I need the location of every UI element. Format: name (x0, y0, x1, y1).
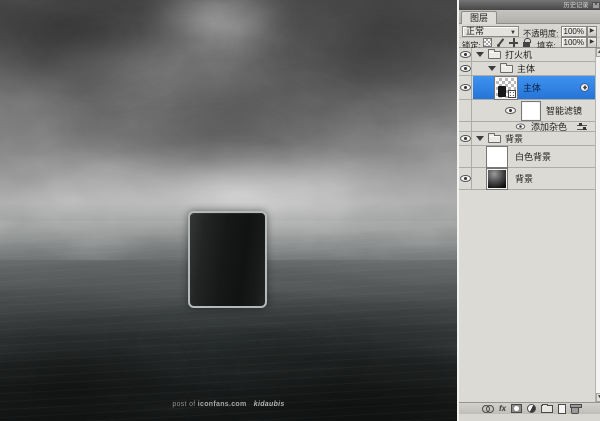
expand-triangle-icon[interactable] (476, 136, 484, 141)
blend-mode-select[interactable]: 正常 ▼ (462, 26, 519, 37)
layer-row-smart-filters[interactable]: 智能滤镜 (459, 100, 595, 122)
layer-row-group-lighter[interactable]: 打火机 (459, 48, 595, 62)
panel-tab-strip: 图层 (459, 10, 600, 24)
lock-position-icon[interactable] (509, 38, 518, 47)
opacity-input[interactable]: 100% (561, 26, 587, 37)
scroll-up-icon[interactable]: ▲ (596, 48, 600, 57)
new-group-icon[interactable] (541, 405, 553, 413)
filter-mask-thumbnail[interactable] (522, 102, 540, 120)
link-layers-icon[interactable] (482, 405, 494, 412)
smart-filters-label[interactable]: 智能滤镜 (546, 104, 582, 117)
document-canvas[interactable]: post of iconfans.com kidaubis (0, 0, 457, 421)
lighter-body-shape (188, 211, 267, 308)
fill-input[interactable]: 100% (561, 37, 587, 48)
filter-blend-options-icon[interactable] (577, 123, 587, 131)
visibility-toggle[interactable] (459, 48, 472, 61)
fill-slider-button[interactable]: ▶ (587, 37, 597, 48)
folder-icon (488, 51, 501, 59)
eye-icon (460, 51, 471, 58)
lock-fill-row: 锁定: 填充: 100% ▶ (459, 38, 600, 48)
blend-opacity-row: 正常 ▼ 不透明度: 100% ▶ (459, 24, 600, 38)
eye-icon (460, 65, 471, 72)
layer-row-add-noise[interactable]: 添加杂色 (459, 122, 595, 132)
folder-icon (488, 135, 501, 143)
blend-mode-value: 正常 (466, 26, 484, 36)
visibility-toggle[interactable] (459, 76, 472, 99)
layer-row-group-background[interactable]: 背景 (459, 132, 595, 146)
layers-panel: 历史记录 × 图层 正常 ▼ 不透明度: 100% ▶ 锁定: 填充: (457, 0, 600, 421)
scroll-down-icon[interactable]: ▼ (596, 393, 600, 402)
layer-row-background[interactable]: 背景 (459, 168, 595, 190)
expand-triangle-icon[interactable] (488, 66, 496, 71)
layer-name[interactable]: 背景 (515, 172, 533, 185)
panel-titlebar: 历史记录 × (459, 0, 600, 10)
layer-row-white-background[interactable]: 白色背景 (459, 146, 595, 168)
visibility-toggle[interactable] (459, 168, 472, 189)
visibility-toggle (459, 100, 472, 121)
watermark: post of iconfans.com kidaubis (0, 401, 457, 408)
panel-footer: fx (459, 402, 600, 414)
visibility-toggle[interactable] (459, 132, 472, 145)
eye-icon[interactable] (505, 107, 516, 114)
layer-thumbnail[interactable] (487, 147, 507, 167)
add-layer-mask-icon[interactable] (511, 404, 522, 413)
watermark-site: iconfans.com (198, 401, 247, 408)
adjustment-layer-icon[interactable] (527, 404, 536, 413)
expand-triangle-icon[interactable] (476, 52, 484, 57)
layer-row-group-body[interactable]: 主体 (459, 62, 595, 76)
panel-scrollbar[interactable]: ▲ ▼ (595, 48, 600, 402)
delete-layer-icon[interactable] (571, 406, 579, 414)
eye-icon (460, 175, 471, 182)
layer-name[interactable]: 主体 (523, 81, 541, 94)
chevron-down-icon: ▼ (510, 29, 516, 38)
layer-style-icon[interactable]: fx (499, 404, 506, 414)
lock-all-icon[interactable] (522, 38, 531, 47)
visibility-toggle[interactable] (459, 62, 472, 75)
smart-object-badge-icon (508, 90, 516, 98)
layer-name[interactable]: 主体 (517, 62, 535, 75)
lock-pixels-icon[interactable] (496, 38, 505, 47)
visibility-toggle (459, 122, 472, 131)
eye-icon (460, 84, 471, 91)
watermark-prefix: post of (172, 401, 195, 408)
photoshop-window: post of iconfans.com kidaubis 历史记录 × 图层 … (0, 0, 600, 421)
layer-thumbnail[interactable] (495, 77, 517, 99)
layer-name[interactable]: 白色背景 (515, 150, 551, 163)
opacity-slider-button[interactable]: ▶ (587, 26, 597, 37)
new-layer-icon[interactable] (558, 404, 566, 414)
tab-layers[interactable]: 图层 (461, 11, 497, 24)
layer-name[interactable]: 打火机 (505, 48, 532, 61)
visibility-toggle[interactable] (459, 146, 472, 167)
folder-icon (500, 65, 513, 73)
titlebar-text: 历史记录 (563, 1, 588, 10)
lock-transparency-icon[interactable] (483, 38, 492, 47)
layer-list: 打火机 主体 主体 (459, 48, 600, 402)
layer-row-body-selected[interactable]: 主体 (459, 76, 595, 100)
thumbnail-content (498, 86, 506, 97)
layer-name[interactable]: 背景 (505, 132, 523, 145)
eye-icon (460, 135, 471, 142)
eye-icon[interactable] (516, 124, 525, 130)
watermark-signature: kidaubis (254, 401, 285, 408)
smart-filter-toggle-icon[interactable] (580, 83, 589, 92)
layer-thumbnail[interactable] (487, 169, 507, 189)
close-icon[interactable]: × (592, 2, 600, 9)
